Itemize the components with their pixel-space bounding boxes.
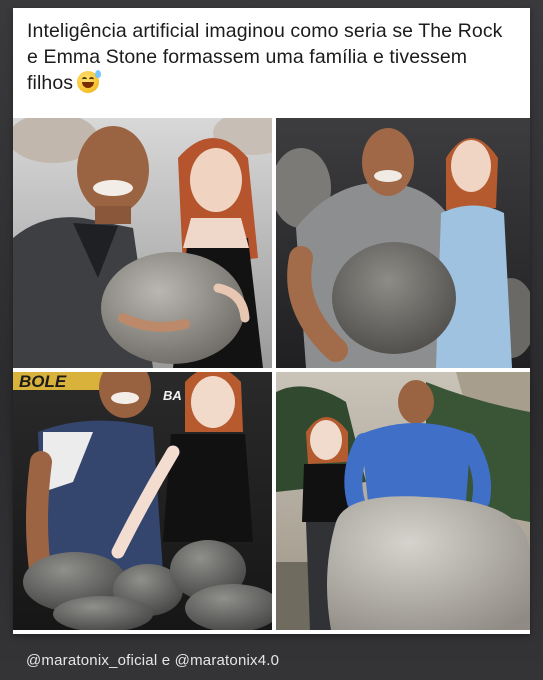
banner-text-left: BOLE <box>19 372 67 391</box>
grinning-sweat-emoji-icon <box>77 70 102 93</box>
post-caption: Inteligência artificial imaginou como se… <box>27 18 515 96</box>
collage-image-top-left <box>13 118 272 368</box>
collage-image-bottom-right <box>276 372 530 630</box>
collage-image-top-right <box>276 118 530 368</box>
credit-text: @maratonix_oficial e @maratonix4.0 <box>26 652 280 669</box>
collage-image-bottom-left: BOLE BA EMEA <box>13 372 272 630</box>
